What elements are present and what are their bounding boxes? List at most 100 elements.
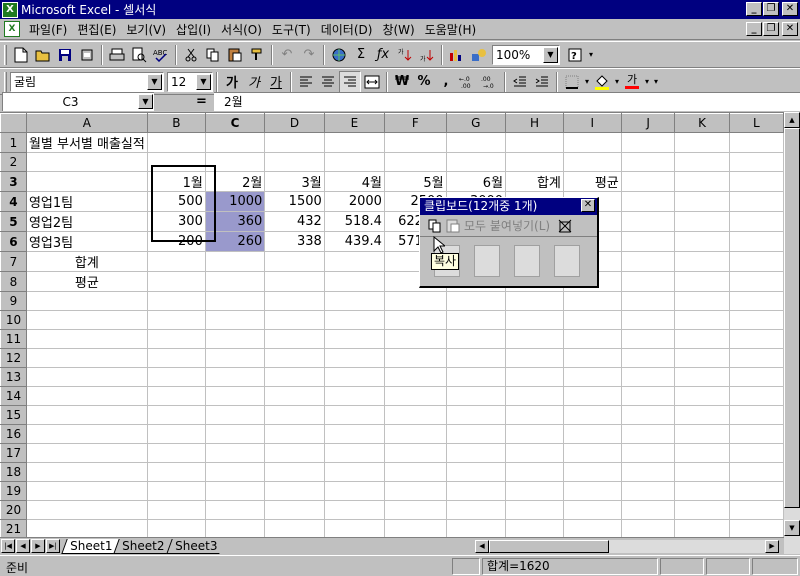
cell[interactable] bbox=[324, 271, 385, 292]
cell[interactable] bbox=[205, 443, 266, 463]
column-header[interactable]: F bbox=[383, 113, 447, 133]
chevron-down-icon[interactable]: ▼ bbox=[147, 73, 162, 90]
tab-sheet3[interactable]: Sheet3 bbox=[165, 538, 225, 554]
cell[interactable] bbox=[264, 310, 325, 330]
chevron-down-icon[interactable]: ▼ bbox=[196, 73, 211, 90]
underline-button[interactable]: 가 bbox=[265, 71, 287, 93]
cell[interactable] bbox=[674, 481, 730, 501]
cell[interactable] bbox=[264, 462, 325, 482]
cell[interactable]: 영업3팀 bbox=[26, 231, 148, 252]
cell[interactable] bbox=[505, 519, 564, 537]
cell[interactable] bbox=[505, 443, 564, 463]
print-preview-icon[interactable] bbox=[128, 44, 150, 66]
print-icon[interactable] bbox=[106, 44, 128, 66]
cell[interactable] bbox=[205, 367, 266, 387]
cell[interactable] bbox=[621, 348, 676, 368]
next-sheet-icon[interactable]: ▶ bbox=[31, 539, 45, 553]
cell[interactable] bbox=[324, 500, 385, 520]
edit-formula-button[interactable]: = bbox=[196, 94, 207, 109]
cell[interactable] bbox=[147, 310, 206, 330]
cell[interactable] bbox=[729, 367, 784, 387]
cell[interactable] bbox=[563, 132, 622, 153]
cell[interactable] bbox=[324, 132, 385, 153]
cell[interactable]: 300 bbox=[147, 211, 206, 232]
cell[interactable] bbox=[147, 367, 206, 387]
cell[interactable]: 합계 bbox=[505, 171, 564, 192]
cell[interactable] bbox=[446, 500, 507, 520]
cell[interactable]: 합계 bbox=[26, 251, 148, 272]
cell[interactable] bbox=[729, 152, 784, 172]
cell[interactable] bbox=[563, 310, 622, 330]
column-header[interactable]: L bbox=[728, 113, 784, 133]
row-header[interactable]: 15 bbox=[0, 405, 27, 425]
cell[interactable]: 3월 bbox=[264, 171, 325, 192]
cell[interactable] bbox=[264, 443, 325, 463]
copy-icon[interactable] bbox=[202, 44, 224, 66]
restore-button[interactable]: ❐ bbox=[763, 2, 779, 16]
menu-help[interactable]: 도움말(H) bbox=[420, 21, 482, 38]
cell[interactable] bbox=[384, 386, 447, 406]
row-header[interactable]: 1 bbox=[0, 132, 27, 153]
cell[interactable] bbox=[205, 348, 266, 368]
cell[interactable] bbox=[205, 500, 266, 520]
cell[interactable] bbox=[205, 481, 266, 501]
save-icon[interactable] bbox=[54, 44, 76, 66]
scroll-right-icon[interactable]: ▶ bbox=[765, 540, 779, 553]
cell[interactable] bbox=[505, 132, 564, 153]
menu-tools[interactable]: 도구(T) bbox=[267, 21, 316, 38]
cell[interactable] bbox=[324, 310, 385, 330]
column-header[interactable]: I bbox=[562, 113, 622, 133]
cell[interactable] bbox=[674, 251, 730, 272]
cell[interactable] bbox=[563, 291, 622, 311]
cell[interactable]: 평균 bbox=[26, 271, 148, 292]
align-left-icon[interactable] bbox=[295, 71, 317, 93]
cell[interactable] bbox=[264, 348, 325, 368]
cell[interactable] bbox=[729, 251, 784, 272]
chart-wizard-icon[interactable] bbox=[446, 44, 468, 66]
cell[interactable] bbox=[621, 462, 676, 482]
cell[interactable] bbox=[446, 386, 507, 406]
cell[interactable] bbox=[729, 329, 784, 349]
cell[interactable] bbox=[384, 405, 447, 425]
cell[interactable] bbox=[563, 443, 622, 463]
scroll-up-icon[interactable]: ▲ bbox=[784, 112, 800, 128]
cell[interactable] bbox=[26, 500, 148, 520]
cell[interactable] bbox=[147, 405, 206, 425]
cell[interactable] bbox=[505, 405, 564, 425]
column-header[interactable]: D bbox=[264, 113, 325, 133]
cell[interactable] bbox=[384, 481, 447, 501]
cell[interactable] bbox=[264, 519, 325, 537]
cell[interactable] bbox=[205, 424, 266, 444]
cell[interactable] bbox=[621, 519, 676, 537]
cell[interactable] bbox=[505, 152, 564, 172]
cell[interactable]: 260 bbox=[205, 231, 266, 252]
function-icon[interactable]: ƒx bbox=[372, 44, 394, 66]
align-right-icon[interactable] bbox=[339, 70, 361, 93]
minimize-button[interactable]: _ bbox=[746, 2, 762, 16]
row-header[interactable]: 19 bbox=[0, 481, 27, 501]
cell[interactable] bbox=[384, 310, 447, 330]
cell[interactable]: 영업2팀 bbox=[26, 211, 148, 232]
row-header[interactable]: 7 bbox=[0, 251, 27, 272]
cell[interactable] bbox=[505, 481, 564, 501]
cell[interactable] bbox=[729, 211, 784, 232]
row-header[interactable]: 17 bbox=[0, 443, 27, 463]
cell[interactable] bbox=[446, 481, 507, 501]
cell[interactable] bbox=[384, 443, 447, 463]
cell[interactable] bbox=[674, 191, 730, 212]
cell[interactable] bbox=[264, 251, 325, 272]
horizontal-scrollbar[interactable]: ◀ ▶ bbox=[474, 539, 780, 554]
cell[interactable] bbox=[147, 424, 206, 444]
merge-center-icon[interactable] bbox=[361, 71, 383, 93]
clipboard-item[interactable] bbox=[554, 245, 580, 277]
cell[interactable] bbox=[384, 500, 447, 520]
cell[interactable] bbox=[205, 519, 266, 537]
chevron-down-icon[interactable]: ▾ bbox=[643, 71, 651, 93]
scroll-left-icon[interactable]: ◀ bbox=[475, 540, 489, 553]
row-header[interactable]: 12 bbox=[0, 348, 27, 368]
cell[interactable] bbox=[324, 251, 385, 272]
row-header[interactable]: 20 bbox=[0, 500, 27, 520]
row-header[interactable]: 5 bbox=[0, 211, 27, 232]
cell[interactable] bbox=[505, 500, 564, 520]
cut-icon[interactable] bbox=[180, 44, 202, 66]
